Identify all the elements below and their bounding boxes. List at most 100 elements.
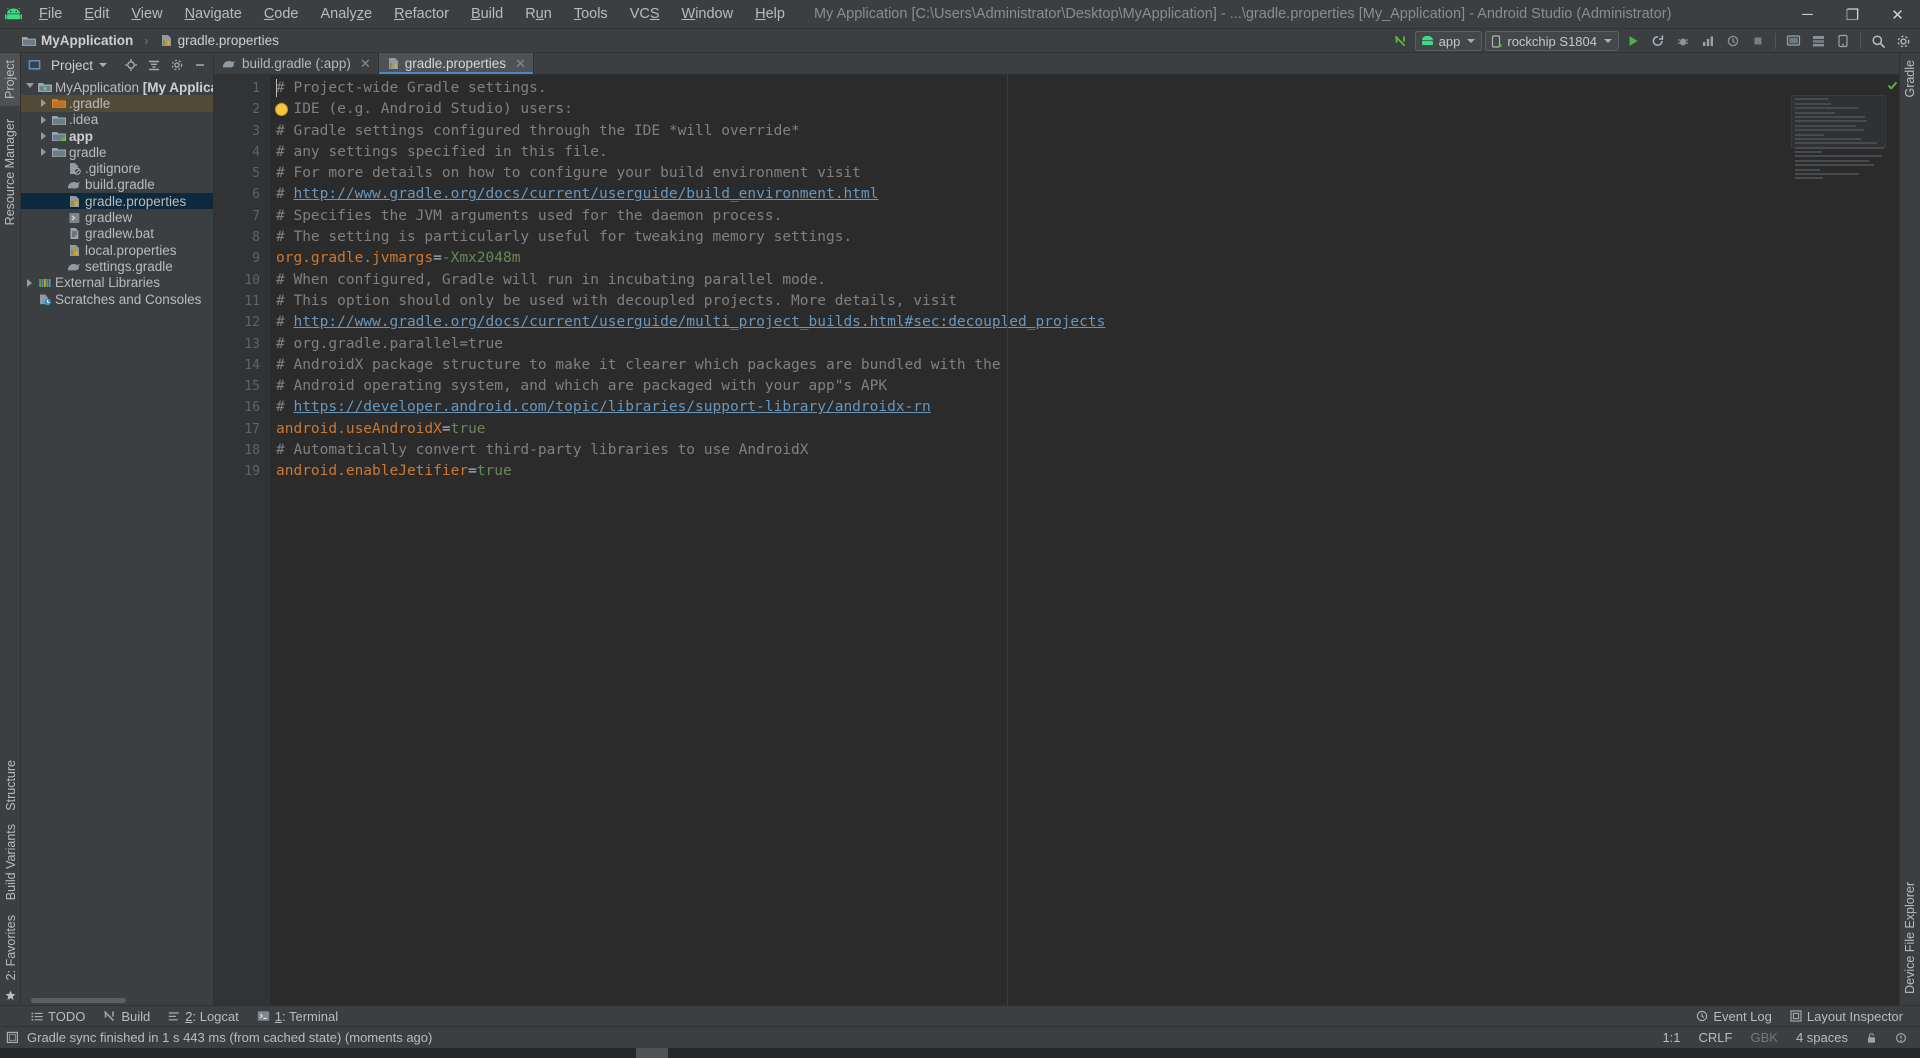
- right-strip-bottom[interactable]: Device File Explorer: [1900, 875, 1920, 1001]
- chevron-right-icon[interactable]: [23, 278, 36, 287]
- hide-icon[interactable]: [190, 56, 209, 75]
- project-tree-scrollbar[interactable]: [21, 996, 213, 1005]
- editor-tab-bar[interactable]: build.gradle (:app) ✕ gradle.properties …: [214, 53, 1899, 75]
- tab-build-gradle[interactable]: build.gradle (:app) ✕: [214, 53, 379, 74]
- chevron-right-icon[interactable]: [37, 132, 50, 141]
- code-line[interactable]: # Project-wide Gradle settings.: [276, 78, 1886, 99]
- stop-icon[interactable]: [1747, 31, 1769, 52]
- menu-item-help[interactable]: Help: [744, 3, 796, 25]
- line-number[interactable]: 7: [214, 206, 270, 227]
- line-number[interactable]: 3: [214, 121, 270, 142]
- locate-icon[interactable]: [121, 56, 140, 75]
- menu-item-refactor[interactable]: Refactor: [383, 3, 460, 25]
- left-strip-bottom[interactable]: Structure Build Variants 2: Favorites: [0, 753, 21, 1001]
- chevron-right-icon[interactable]: [37, 115, 50, 124]
- menu-item-analyze[interactable]: Analyze: [310, 3, 384, 25]
- overview-scrollbar[interactable]: [1886, 75, 1899, 1005]
- line-number[interactable]: 4: [214, 142, 270, 163]
- line-separator[interactable]: CRLF: [1690, 1028, 1742, 1047]
- tool-window-build[interactable]: Build: [94, 1007, 159, 1026]
- sidebar-item-structure[interactable]: Structure: [1, 753, 21, 818]
- sidebar-item-project[interactable]: Project: [0, 53, 20, 106]
- sidebar-item-resource-manager[interactable]: Resource Manager: [0, 112, 20, 232]
- code-editor[interactable]: 1 2 3 4 5 6 7 8 9 10 11 12 13 14 15 16 17 18 19 # Project-…: [214, 75, 1899, 1005]
- tree-row[interactable]: Scratches and Consoles: [21, 291, 213, 307]
- line-number[interactable]: 14: [214, 355, 270, 376]
- run-icon[interactable]: [1622, 31, 1644, 52]
- code-line[interactable]: # This option should only be used with d…: [276, 291, 1886, 312]
- code-line[interactable]: # Gradle settings configured through the…: [276, 121, 1886, 142]
- line-number-gutter[interactable]: 1 2 3 4 5 6 7 8 9 10 11 12 13 14 15 16 17 18 19: [214, 75, 270, 1005]
- avd-manager-icon[interactable]: [1782, 31, 1804, 52]
- caret-position[interactable]: 1:1: [1653, 1028, 1689, 1047]
- line-number[interactable]: 19: [214, 461, 270, 482]
- code-line[interactable]: # Automatically convert third-party libr…: [276, 440, 1886, 461]
- menu-item-vcs[interactable]: VCS: [619, 3, 671, 25]
- profile-icon[interactable]: [1697, 31, 1719, 52]
- settings-icon[interactable]: [167, 56, 186, 75]
- minimize-button[interactable]: ─: [1785, 0, 1830, 29]
- tree-row[interactable]: gradlew: [21, 209, 213, 225]
- tree-row[interactable]: .idea: [21, 112, 213, 128]
- code-line[interactable]: # any settings specified in this file.: [276, 142, 1886, 163]
- code-line[interactable]: # When configured, Gradle will run in in…: [276, 270, 1886, 291]
- chevron-right-icon[interactable]: [37, 99, 50, 108]
- status-message[interactable]: Gradle sync finished in 1 s 443 ms (from…: [27, 1030, 432, 1045]
- tree-row[interactable]: .gradle: [21, 95, 213, 112]
- chevron-down-icon[interactable]: [99, 63, 108, 67]
- tree-row[interactable]: local.properties: [21, 242, 213, 258]
- inspection-icon[interactable]: [1886, 1030, 1916, 1046]
- code-line[interactable]: # AndroidX package structure to make it …: [276, 355, 1886, 376]
- project-tree[interactable]: MyApplication [My Application] C .gradle…: [21, 77, 213, 996]
- code-line[interactable]: # Android operating system, and which ar…: [276, 376, 1886, 397]
- breadcrumb-project[interactable]: MyApplication: [41, 33, 133, 48]
- code-line[interactable]: # The setting is particularly useful for…: [276, 227, 1886, 248]
- indent-setting[interactable]: 4 spaces: [1787, 1028, 1857, 1047]
- apply-changes-icon[interactable]: [1647, 31, 1669, 52]
- code-minimap[interactable]: [1791, 95, 1886, 180]
- settings-icon[interactable]: [1892, 31, 1914, 52]
- tree-row[interactable]: build.gradle: [21, 177, 213, 193]
- maximize-button[interactable]: ❐: [1830, 0, 1875, 29]
- line-number[interactable]: 16: [214, 397, 270, 418]
- sidebar-item-favorites[interactable]: 2: Favorites: [1, 908, 21, 987]
- code-line[interactable]: # For more details on how to configure y…: [276, 163, 1886, 184]
- line-number[interactable]: 2: [214, 99, 270, 120]
- breadcrumb[interactable]: MyApplication › gradle.properties: [22, 33, 279, 48]
- tree-row[interactable]: gradle: [21, 144, 213, 160]
- tool-window-terminal[interactable]: 1: Terminal: [248, 1007, 347, 1026]
- menu-item-code[interactable]: Code: [253, 3, 310, 25]
- tree-row[interactable]: MyApplication [My Application] C: [21, 79, 213, 95]
- code-line[interactable]: android.enableJetifier=true: [276, 461, 1886, 482]
- breadcrumb-file[interactable]: gradle.properties: [178, 33, 279, 48]
- tree-row[interactable]: External Libraries: [21, 275, 213, 291]
- file-encoding[interactable]: GBK: [1741, 1028, 1786, 1047]
- close-icon[interactable]: ✕: [360, 56, 371, 72]
- sidebar-item-gradle[interactable]: Gradle: [1900, 53, 1920, 105]
- menu-item-tools[interactable]: Tools: [563, 3, 619, 25]
- line-number[interactable]: 8: [214, 227, 270, 248]
- status-bar-right[interactable]: 1:1 CRLF GBK 4 spaces: [1653, 1028, 1920, 1047]
- tool-window-bar-right[interactable]: Event Log Layout Inspector: [1687, 1007, 1920, 1026]
- line-number[interactable]: 5: [214, 163, 270, 184]
- sdk-manager-icon[interactable]: [1807, 31, 1829, 52]
- code-line[interactable]: # IDE (e.g. Android Studio) users:: [276, 99, 1886, 120]
- line-number[interactable]: 10: [214, 270, 270, 291]
- sidebar-item-build-variants[interactable]: Build Variants: [1, 817, 21, 907]
- code-line[interactable]: # http://www.gradle.org/docs/current/use…: [276, 312, 1886, 333]
- line-number[interactable]: 11: [214, 291, 270, 312]
- line-number[interactable]: 12: [214, 312, 270, 333]
- line-number[interactable]: 15: [214, 376, 270, 397]
- attach-debugger-icon[interactable]: [1722, 31, 1744, 52]
- device-selector[interactable]: rockchip S1804: [1485, 31, 1619, 51]
- lock-icon[interactable]: [1857, 1030, 1886, 1046]
- collapse-all-icon[interactable]: [144, 56, 163, 75]
- line-number[interactable]: 13: [214, 334, 270, 355]
- search-everywhere-icon[interactable]: [1867, 31, 1889, 52]
- tree-row-gradle-properties[interactable]: gradle.properties: [21, 193, 213, 210]
- close-button[interactable]: ✕: [1875, 0, 1920, 29]
- menu-item-build[interactable]: Build: [460, 3, 514, 25]
- line-number[interactable]: 9: [214, 248, 270, 269]
- chevron-down-icon[interactable]: [23, 82, 36, 92]
- run-configuration-selector[interactable]: app: [1414, 31, 1483, 51]
